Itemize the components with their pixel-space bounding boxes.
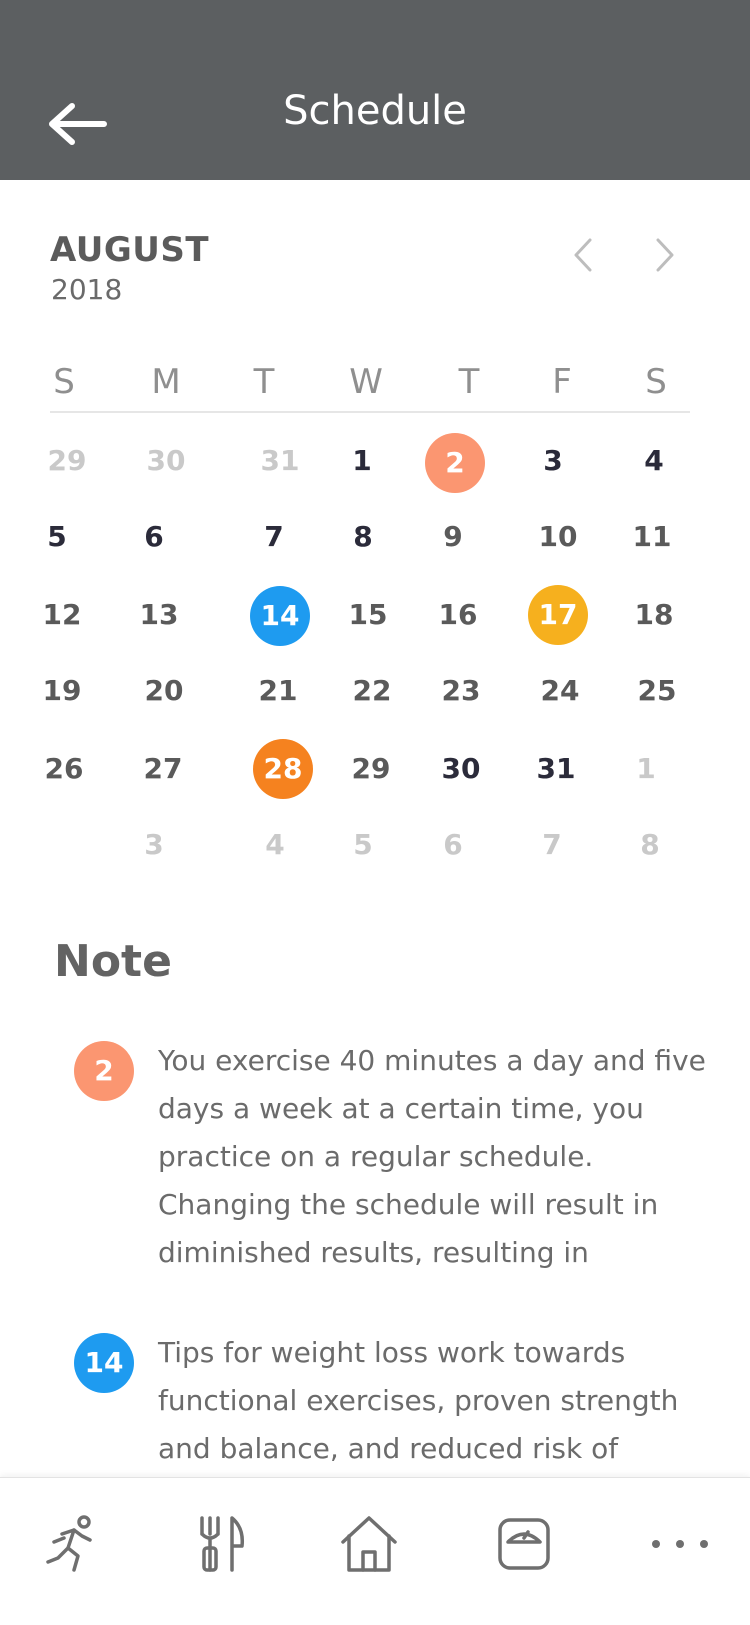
calendar-day[interactable]: 1 <box>616 739 676 799</box>
app-header: Schedule <box>0 0 750 180</box>
weekday-divider <box>50 411 690 413</box>
calendar-day[interactable]: 31 <box>250 431 310 491</box>
calendar-day[interactable]: 27 <box>133 739 193 799</box>
calendar-day[interactable]: 9 <box>423 507 483 567</box>
running-icon <box>46 1515 92 1572</box>
calendar-day[interactable]: 6 <box>423 815 483 875</box>
more-icon <box>652 1540 708 1548</box>
tab-home[interactable] <box>337 1512 401 1576</box>
weekday-mon: M <box>151 362 181 402</box>
calendar-day[interactable]: 7 <box>244 507 304 567</box>
calendar-day[interactable]: 6 <box>124 507 184 567</box>
calendar-day[interactable]: 13 <box>129 585 189 645</box>
scale-icon <box>498 1518 550 1570</box>
calendar-day[interactable]: 7 <box>522 815 582 875</box>
calendar-day[interactable]: 5 <box>333 815 393 875</box>
calendar-day[interactable]: 8 <box>620 815 680 875</box>
calendar-day-marked[interactable]: 17 <box>528 585 588 645</box>
calendar-day[interactable]: 1 <box>332 431 392 491</box>
calendar-day[interactable]: 16 <box>428 585 488 645</box>
tab-weight[interactable] <box>492 1512 556 1576</box>
weekday-tue: T <box>253 362 275 402</box>
calendar-day[interactable]: 4 <box>245 815 305 875</box>
note-text: You exercise 40 minutes a day and five d… <box>158 1044 706 1269</box>
note-text: Tips for weight loss work towards functi… <box>158 1336 679 1465</box>
calendar-month: AUGUST <box>50 230 210 270</box>
calendar-day[interactable]: 4 <box>624 431 684 491</box>
calendar-day[interactable]: 30 <box>136 431 196 491</box>
calendar-day[interactable]: 29 <box>341 739 401 799</box>
calendar-day[interactable]: 3 <box>523 431 583 491</box>
calendar-day[interactable]: 3 <box>124 815 184 875</box>
calendar-day-marked[interactable]: 28 <box>253 739 313 799</box>
page-title: Schedule <box>283 88 467 134</box>
tab-more[interactable] <box>648 1512 712 1576</box>
weekday-wed: W <box>349 362 383 402</box>
next-month-button[interactable] <box>640 232 686 278</box>
home-icon <box>341 1516 397 1572</box>
calendar-day[interactable]: 19 <box>32 661 92 721</box>
tab-meals[interactable] <box>188 1512 252 1576</box>
calendar-day[interactable]: 25 <box>627 661 687 721</box>
prev-month-button[interactable] <box>562 232 608 278</box>
calendar-day[interactable]: 8 <box>333 507 393 567</box>
note-heading: Note <box>54 936 172 987</box>
calendar-day[interactable]: 24 <box>530 661 590 721</box>
calendar-day[interactable]: 15 <box>338 585 398 645</box>
calendar-day[interactable]: 21 <box>248 661 308 721</box>
calendar-day[interactable]: 31 <box>526 739 586 799</box>
calendar-day[interactable]: 26 <box>34 739 94 799</box>
calendar-day[interactable]: 18 <box>624 585 684 645</box>
chevron-left-icon <box>574 238 592 272</box>
weekday-sat: S <box>645 362 667 402</box>
note-badge: 2 <box>74 1041 134 1101</box>
calendar-day[interactable]: 30 <box>431 739 491 799</box>
calendar-day-marked[interactable]: 14 <box>250 586 310 646</box>
calendar-day[interactable]: 22 <box>342 661 402 721</box>
calendar-year: 2018 <box>51 273 123 306</box>
fork-knife-icon <box>200 1516 245 1572</box>
calendar-day[interactable]: 20 <box>134 661 194 721</box>
note-badge: 14 <box>74 1333 134 1393</box>
chevron-right-icon <box>656 238 674 272</box>
calendar-day[interactable]: 11 <box>622 507 682 567</box>
weekday-sun: S <box>53 362 75 402</box>
weekday-thu: T <box>458 362 480 402</box>
tab-exercise[interactable] <box>40 1512 104 1576</box>
calendar-day[interactable]: 12 <box>32 585 92 645</box>
calendar-day[interactable]: 23 <box>431 661 491 721</box>
calendar-day[interactable]: 29 <box>37 431 97 491</box>
calendar-day[interactable]: 10 <box>528 507 588 567</box>
calendar-day[interactable]: 5 <box>27 507 87 567</box>
calendar-day-marked[interactable]: 2 <box>425 433 485 493</box>
weekday-fri: F <box>552 362 572 402</box>
